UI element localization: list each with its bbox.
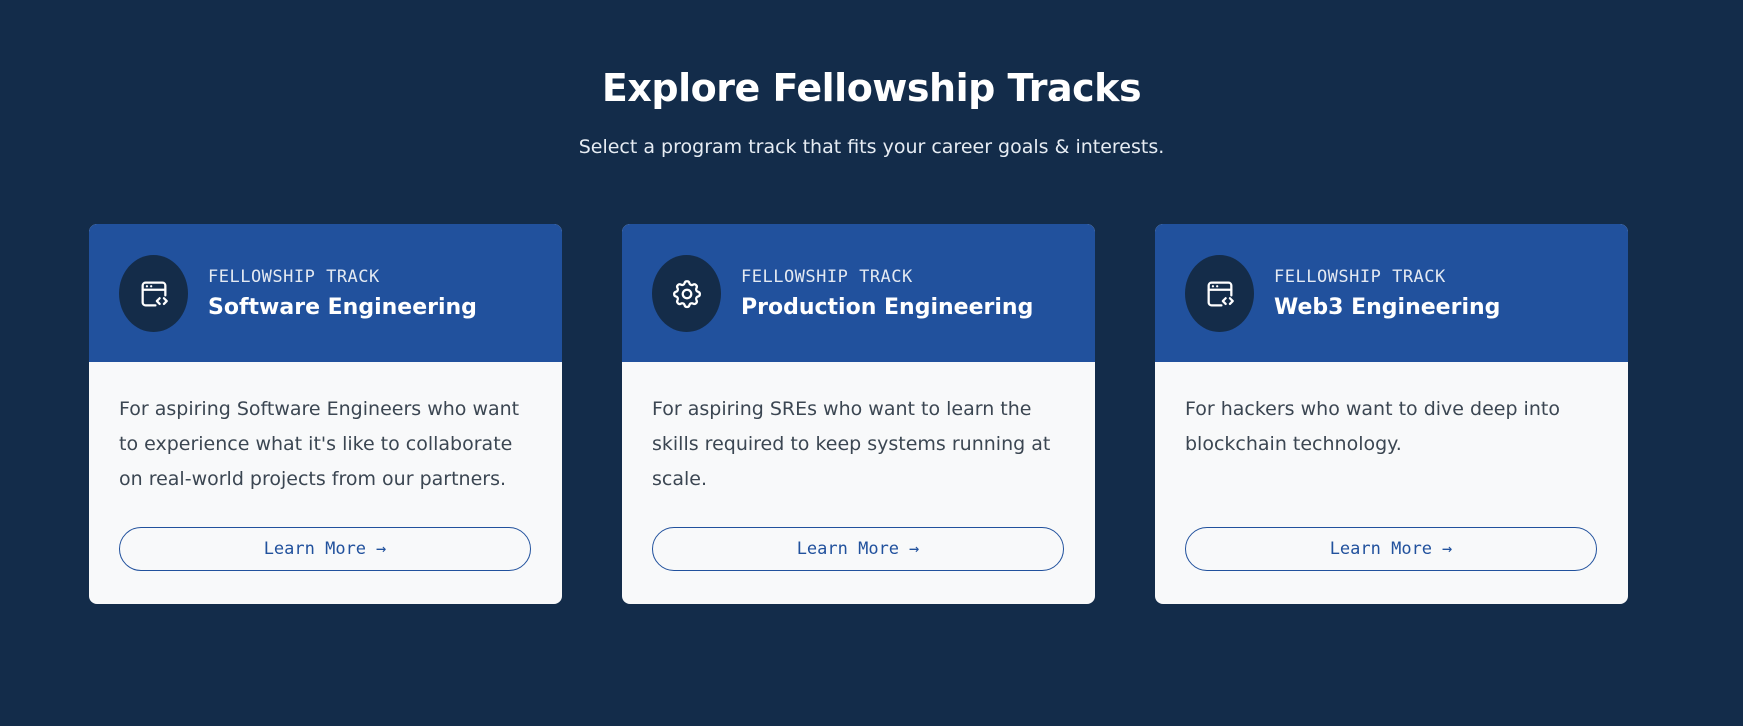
- track-card-web3-engineering: FELLOWSHIP TRACK Web3 Engineering For ha…: [1155, 224, 1628, 604]
- card-header: FELLOWSHIP TRACK Software Engineering: [89, 224, 562, 362]
- card-description: For aspiring SREs who want to learn the …: [652, 398, 1051, 490]
- card-header: FELLOWSHIP TRACK Web3 Engineering: [1155, 224, 1628, 362]
- arrow-right-icon: →: [909, 539, 920, 559]
- card-kicker: FELLOWSHIP TRACK: [208, 267, 380, 287]
- card-description: For hackers who want to dive deep into b…: [1185, 398, 1560, 455]
- code-window-icon: [1185, 255, 1254, 332]
- card-title: Web3 Engineering: [1274, 295, 1501, 320]
- track-card-software-engineering: FELLOWSHIP TRACK Software Engineering Fo…: [89, 224, 562, 604]
- section-subtitle: Select a program track that fits your ca…: [578, 136, 1165, 158]
- card-title: Software Engineering: [208, 295, 477, 320]
- arrow-right-icon: →: [376, 539, 387, 559]
- learn-more-label: Learn More: [263, 539, 367, 559]
- learn-more-button[interactable]: Learn More →: [119, 527, 531, 571]
- card-description: For aspiring Software Engineers who want…: [119, 398, 520, 490]
- learn-more-label: Learn More: [1329, 539, 1433, 559]
- fellowship-tracks-section: Explore Fellowship Tracks Select a progr…: [0, 0, 1743, 726]
- section-title: Explore Fellowship Tracks: [601, 66, 1142, 110]
- card-kicker: FELLOWSHIP TRACK: [1274, 267, 1446, 287]
- card-title: Production Engineering: [741, 295, 1034, 320]
- arrow-right-icon: →: [1442, 539, 1453, 559]
- code-window-icon: [119, 255, 188, 332]
- learn-more-button[interactable]: Learn More →: [1185, 527, 1597, 571]
- track-card-production-engineering: FELLOWSHIP TRACK Production Engineering …: [622, 224, 1095, 604]
- gear-icon: [652, 255, 721, 332]
- learn-more-button[interactable]: Learn More →: [652, 527, 1064, 571]
- card-kicker: FELLOWSHIP TRACK: [741, 267, 913, 287]
- learn-more-label: Learn More: [796, 539, 900, 559]
- card-header: FELLOWSHIP TRACK Production Engineering: [622, 224, 1095, 362]
